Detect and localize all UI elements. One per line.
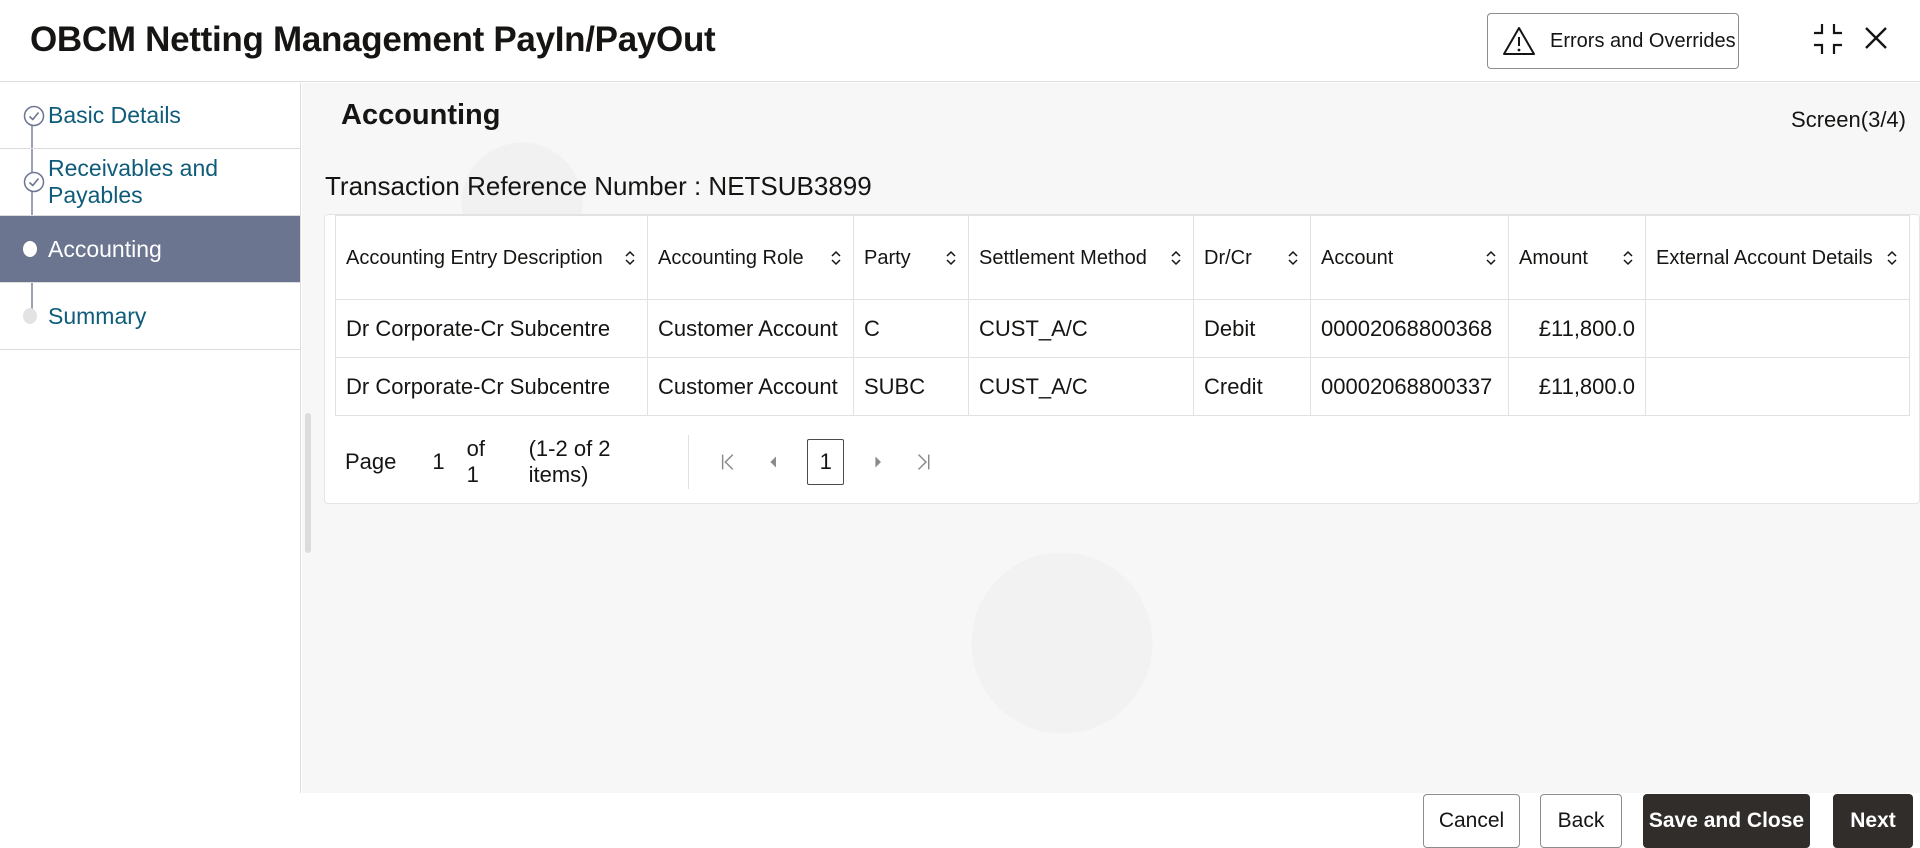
page-button[interactable]: 1 xyxy=(807,439,845,485)
table-cell: Customer Account xyxy=(647,357,854,416)
table-cell: CUST_A/C xyxy=(968,299,1194,358)
app-header: OBCM Netting Management PayIn/PayOut Err… xyxy=(0,0,1920,82)
table-row[interactable]: Dr Corporate-Cr Subcentre Customer Accou… xyxy=(335,357,1910,416)
pagination-divider xyxy=(687,435,689,489)
table-cell: CUST_A/C xyxy=(968,357,1194,416)
table-cell: SUBC xyxy=(853,357,969,416)
table-row[interactable]: Dr Corporate-Cr Subcentre Customer Accou… xyxy=(335,299,1910,358)
table-cell: 00002068800337 xyxy=(1310,357,1509,416)
close-icon[interactable] xyxy=(1862,24,1890,52)
page-label: Page xyxy=(345,449,397,474)
table-cell: Customer Account xyxy=(647,299,854,358)
column-header[interactable]: Accounting Entry Description xyxy=(335,215,648,300)
last-page-icon[interactable] xyxy=(913,451,933,473)
sort-icon[interactable] xyxy=(623,248,637,268)
accounting-table-card: Accounting Entry Description Accounting … xyxy=(324,214,1920,504)
footer xyxy=(0,793,1920,848)
sidebar-item-accounting[interactable]: Accounting xyxy=(0,216,300,283)
next-page-icon[interactable] xyxy=(868,451,888,473)
sort-icon[interactable] xyxy=(1169,248,1183,268)
page-title: OBCM Netting Management PayIn/PayOut xyxy=(30,20,716,59)
table-cell: C xyxy=(853,299,969,358)
next-button[interactable]: Next xyxy=(1833,794,1913,848)
sidebar-item-basic-details[interactable]: Basic Details xyxy=(0,83,300,149)
table-cell: 00002068800368 xyxy=(1310,299,1509,358)
table-cell: Debit xyxy=(1193,299,1311,358)
warning-icon xyxy=(1503,27,1535,55)
sort-icon[interactable] xyxy=(1885,248,1899,268)
column-header-label: Amount xyxy=(1519,246,1588,269)
column-header[interactable]: Accounting Role xyxy=(647,215,854,300)
pending-step-dot-icon xyxy=(23,308,37,324)
sidebar-item-label: Accounting xyxy=(48,235,162,262)
items-count: (1-2 of 2 items) xyxy=(528,436,611,487)
sidebar-item-label: Receivables and Payables xyxy=(48,155,219,208)
column-header[interactable]: External Account Details xyxy=(1645,215,1910,300)
first-page-icon[interactable] xyxy=(718,451,738,473)
column-header[interactable]: Amount xyxy=(1508,215,1646,300)
sidebar-item-summary[interactable]: Summary xyxy=(0,283,300,350)
column-header-label: Accounting Entry Description xyxy=(346,246,603,269)
sort-icon[interactable] xyxy=(944,248,958,268)
column-header-label: Dr/Cr xyxy=(1204,246,1252,269)
back-button[interactable]: Back xyxy=(1540,794,1622,848)
cancel-button[interactable]: Cancel xyxy=(1423,794,1520,848)
table-cell: Credit xyxy=(1193,357,1311,416)
table-header-row: Accounting Entry Description Accounting … xyxy=(335,215,1910,300)
previous-page-icon[interactable] xyxy=(763,451,783,473)
page-count: of 1 xyxy=(466,436,485,487)
minimize-icon[interactable] xyxy=(1812,22,1844,56)
column-header-label: Party xyxy=(864,246,911,269)
column-header-label: Settlement Method xyxy=(979,246,1147,269)
sort-icon[interactable] xyxy=(1621,248,1635,268)
sort-icon[interactable] xyxy=(1286,248,1300,268)
main-content: Accounting Screen(3/4) Transaction Refer… xyxy=(302,83,1920,793)
sidebar-item-receivables-and-payables[interactable]: Receivables and Payables xyxy=(0,149,300,216)
table-cell xyxy=(1645,299,1910,358)
sort-icon[interactable] xyxy=(829,248,843,268)
train-stop-sidebar: Basic Details Receivables and Payables A… xyxy=(0,83,301,793)
table-cell xyxy=(1645,357,1910,416)
transaction-reference-number: Transaction Reference Number : NETSUB389… xyxy=(325,171,872,201)
active-step-dot-icon xyxy=(23,241,37,257)
accounting-table: Accounting Entry Description Accounting … xyxy=(335,215,1910,416)
column-header[interactable]: Settlement Method xyxy=(968,215,1194,300)
sidebar-item-label: Summary xyxy=(48,302,147,329)
column-header-label: Account xyxy=(1321,246,1394,269)
check-circle-icon xyxy=(23,105,45,126)
screen-indicator: Screen(3/4) xyxy=(1791,107,1906,132)
sort-icon[interactable] xyxy=(1484,248,1498,268)
section-title: Accounting xyxy=(341,99,501,131)
pagination: Page 1 of 1 (1-2 of 2 items) 1 xyxy=(345,435,945,489)
scrollbar[interactable] xyxy=(305,413,311,553)
column-header-label: External Account Details xyxy=(1656,246,1873,269)
save-and-close-button[interactable]: Save and Close xyxy=(1643,794,1810,848)
column-header[interactable]: Account xyxy=(1310,215,1509,300)
errors-and-overrides-button[interactable]: Errors and Overrides xyxy=(1487,13,1739,69)
current-page-input[interactable]: 1 xyxy=(432,449,444,475)
errors-and-overrides-label: Errors and Overrides xyxy=(1550,29,1736,52)
column-header-label: Accounting Role xyxy=(658,246,804,269)
column-header[interactable]: Dr/Cr xyxy=(1193,215,1311,300)
table-cell: £11,800.0 xyxy=(1508,357,1646,416)
column-header[interactable]: Party xyxy=(853,215,969,300)
sidebar-item-label: Basic Details xyxy=(48,102,181,128)
table-cell: Dr Corporate-Cr Subcentre xyxy=(335,299,648,358)
table-cell: Dr Corporate-Cr Subcentre xyxy=(335,357,648,416)
table-cell: £11,800.0 xyxy=(1508,299,1646,358)
check-circle-icon xyxy=(23,171,45,193)
